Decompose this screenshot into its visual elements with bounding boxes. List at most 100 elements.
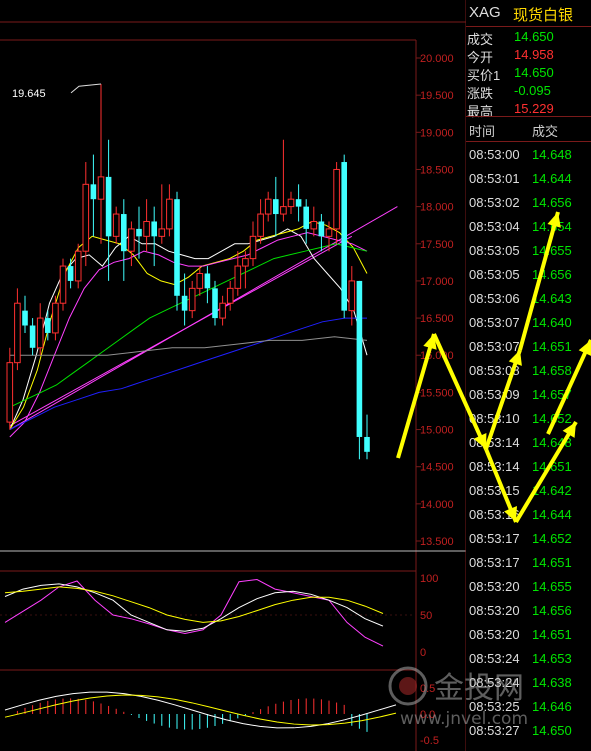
candle-body bbox=[303, 206, 309, 229]
candle bbox=[136, 206, 142, 259]
tick-price: 14.644 bbox=[532, 171, 572, 186]
candle-body bbox=[295, 199, 302, 207]
price-tick-label: 16.500 bbox=[420, 313, 454, 325]
tick-row: 08:53:07 14.651 bbox=[466, 335, 591, 359]
tick-row: 08:53:24 14.653 bbox=[466, 647, 591, 671]
candle-body bbox=[181, 295, 188, 311]
high-annotation-label: 19.645 bbox=[12, 88, 46, 100]
tick-time: 08:53:25 bbox=[469, 699, 520, 714]
candle bbox=[188, 280, 196, 319]
price-tick-label: 15.500 bbox=[420, 387, 454, 399]
tick-price: 14.648 bbox=[532, 435, 572, 450]
tick-price: 14.650 bbox=[532, 723, 572, 738]
candle bbox=[295, 184, 302, 222]
tick-time: 08:53:24 bbox=[469, 675, 520, 690]
tick-price: 14.646 bbox=[532, 699, 572, 714]
price-tick-label: 16.000 bbox=[420, 350, 454, 362]
tick-row: 08:53:17 14.652 bbox=[466, 527, 591, 551]
candle bbox=[29, 318, 36, 356]
ticks-header: 时间 成交 bbox=[466, 116, 591, 142]
candle bbox=[249, 221, 257, 267]
candle bbox=[22, 295, 28, 333]
candle bbox=[52, 295, 59, 341]
candle-body bbox=[143, 220, 150, 237]
candle-body bbox=[234, 265, 242, 289]
quote-value: 14.958 bbox=[514, 47, 554, 62]
deal-column-header: 成交 bbox=[532, 124, 559, 139]
tick-price: 14.654 bbox=[532, 219, 572, 234]
tick-row: 08:53:00 14.648 bbox=[466, 143, 591, 167]
price-tick-label: 18.500 bbox=[420, 164, 454, 176]
tick-time: 08:53:07 bbox=[469, 315, 520, 330]
tick-time: 08:53:06 bbox=[469, 291, 520, 306]
candle bbox=[348, 266, 356, 326]
candle-body bbox=[22, 310, 28, 326]
candle-body bbox=[348, 280, 356, 312]
osc2-tick-label: -0.5 bbox=[420, 735, 439, 747]
tick-row: 08:53:05 14.656 bbox=[466, 263, 591, 287]
tick-price: 14.656 bbox=[532, 603, 572, 618]
candle-body bbox=[121, 214, 127, 252]
candle bbox=[303, 199, 309, 244]
quote-value: 14.650 bbox=[514, 65, 554, 80]
osc1-tick-label: 50 bbox=[420, 610, 432, 622]
candle-body bbox=[82, 183, 90, 252]
candle-body bbox=[257, 213, 264, 237]
quote-row: 今开 14.958 bbox=[466, 46, 591, 65]
tick-price: 14.651 bbox=[532, 555, 572, 570]
tick-price: 14.648 bbox=[532, 147, 572, 162]
moving-average-line bbox=[9, 317, 367, 430]
candle bbox=[174, 191, 180, 311]
candle bbox=[158, 184, 166, 244]
trend-line bbox=[9, 235, 353, 427]
price-tick-label: 19.000 bbox=[420, 127, 454, 139]
candle bbox=[166, 184, 173, 237]
candle bbox=[364, 414, 370, 460]
candle bbox=[90, 154, 97, 237]
tick-price: 14.655 bbox=[532, 579, 572, 594]
tick-time: 08:53:02 bbox=[469, 195, 520, 210]
price-tick-label: 17.000 bbox=[420, 276, 454, 288]
osc1-line bbox=[4, 583, 384, 632]
tick-time: 08:53:16 bbox=[469, 507, 520, 522]
tick-price: 14.655 bbox=[532, 243, 572, 258]
tick-time: 08:53:00 bbox=[469, 147, 520, 162]
candle-body bbox=[90, 184, 97, 200]
candle bbox=[6, 347, 14, 430]
osc2-tick-label: 0.5 bbox=[420, 683, 435, 695]
candle bbox=[318, 214, 325, 252]
candle-body bbox=[249, 235, 257, 260]
candle-body bbox=[166, 198, 173, 230]
candle-body bbox=[136, 228, 142, 237]
osc2-line bbox=[4, 691, 397, 729]
candle bbox=[264, 191, 272, 222]
candle bbox=[257, 199, 264, 244]
tick-row: 08:53:05 14.655 bbox=[466, 239, 591, 263]
candle bbox=[74, 243, 82, 289]
price-tick-label: 19.500 bbox=[420, 90, 454, 102]
candle-body bbox=[112, 213, 120, 237]
high-annotation-line bbox=[70, 83, 102, 94]
price-tick-label: 14.500 bbox=[420, 462, 454, 474]
candle bbox=[128, 221, 135, 267]
tick-price: 14.652 bbox=[532, 531, 572, 546]
candle-body bbox=[212, 288, 218, 319]
candle bbox=[181, 273, 188, 326]
candle-body bbox=[333, 168, 340, 230]
candle bbox=[121, 199, 127, 281]
price-tick-label: 14.000 bbox=[420, 499, 454, 511]
candle bbox=[204, 266, 211, 304]
tick-price: 14.657 bbox=[532, 387, 572, 402]
tick-row: 08:53:20 14.651 bbox=[466, 623, 591, 647]
candle bbox=[112, 206, 120, 244]
tick-price: 14.642 bbox=[532, 483, 572, 498]
candle-body bbox=[45, 318, 51, 333]
price-tick-label: 20.000 bbox=[420, 53, 454, 65]
candle bbox=[219, 295, 226, 326]
tick-row: 08:53:10 14.652 bbox=[466, 407, 591, 431]
candle bbox=[287, 191, 295, 215]
tick-price: 14.656 bbox=[532, 195, 572, 210]
candle-body bbox=[188, 287, 196, 312]
tick-row: 08:53:20 14.656 bbox=[466, 599, 591, 623]
quote-value: 15.229 bbox=[514, 101, 554, 116]
